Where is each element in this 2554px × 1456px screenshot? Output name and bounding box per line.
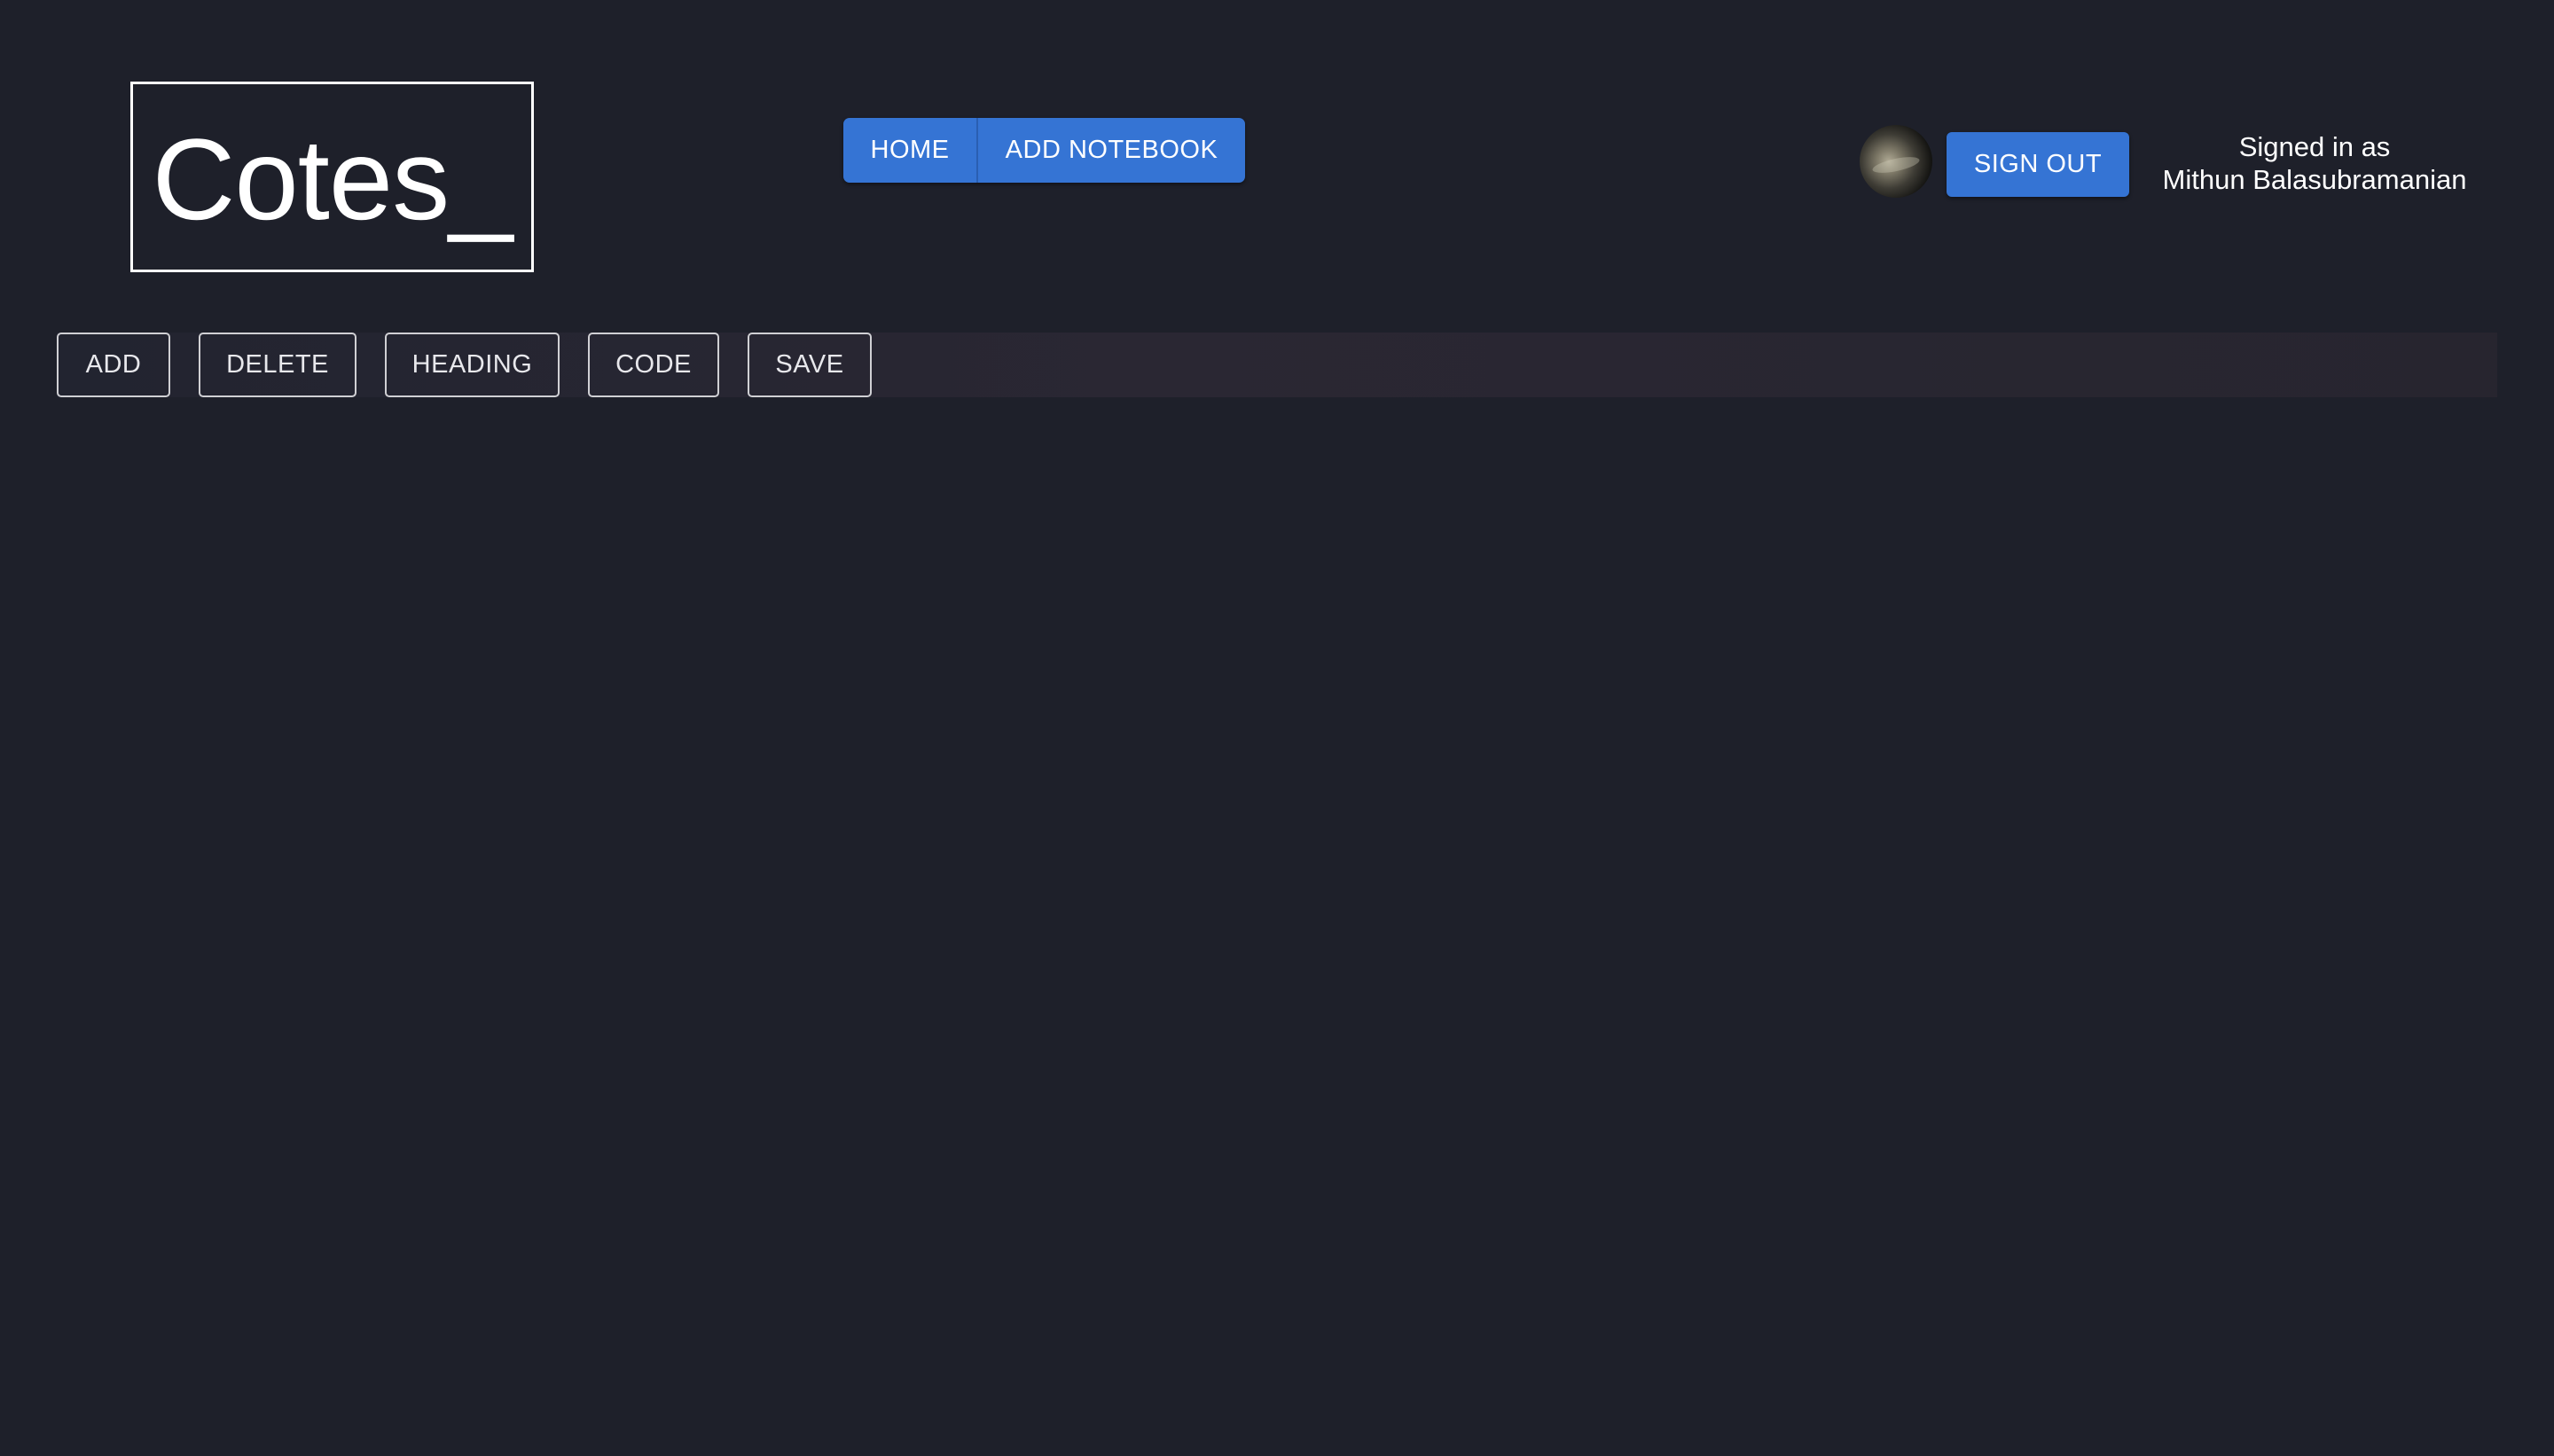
avatar-image-detail	[1871, 153, 1921, 176]
home-button[interactable]: HOME	[843, 118, 978, 183]
heading-button[interactable]: HEADING	[385, 333, 560, 397]
add-cell-button[interactable]: ADD	[57, 333, 170, 397]
signed-in-user-name: Mithun Balasubramanian	[2162, 164, 2467, 195]
signed-in-prefix: Signed in as	[2238, 131, 2391, 162]
user-avatar	[1860, 125, 1932, 198]
signed-in-status: Signed in as Mithun Balasubramanian	[2146, 130, 2483, 196]
save-button[interactable]: SAVE	[748, 333, 872, 397]
code-button[interactable]: CODE	[588, 333, 719, 397]
sign-out-button[interactable]: SIGN OUT	[1947, 132, 2129, 197]
app-root: { "header": { "logo_text": "Cotes_", "na…	[0, 0, 2554, 1456]
add-notebook-button[interactable]: ADD NOTEBOOK	[978, 118, 1245, 183]
main-nav: HOME ADD NOTEBOOK	[843, 118, 1245, 183]
logo-text: Cotes_	[152, 114, 513, 244]
app-logo[interactable]: Cotes_	[130, 82, 534, 272]
delete-cell-button[interactable]: DELETE	[199, 333, 356, 397]
